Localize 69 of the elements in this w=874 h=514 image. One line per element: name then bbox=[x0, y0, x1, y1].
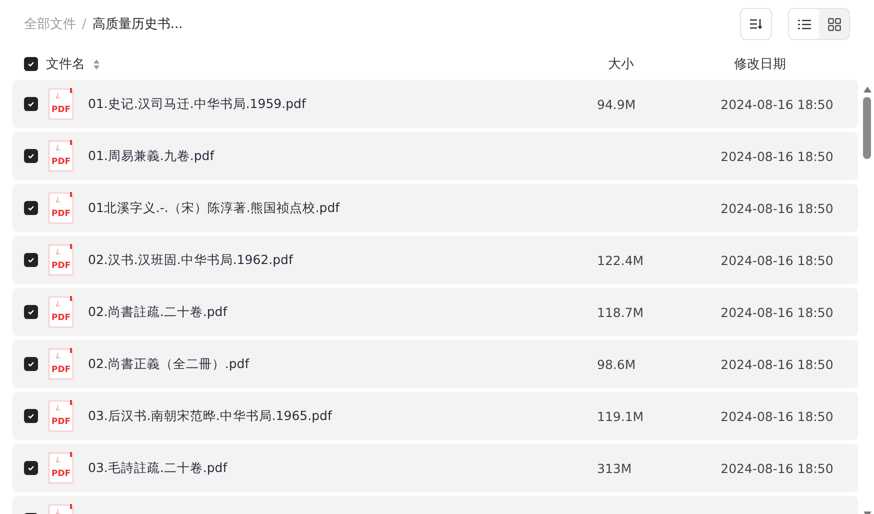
file-row[interactable]: PDF 02.尚書註疏.二十卷.pdf 118.7M 2024-08-16 18:50 bbox=[12, 288, 858, 336]
checkmark-icon bbox=[27, 100, 35, 108]
scroll-up-icon[interactable] bbox=[862, 86, 872, 93]
sort-icon bbox=[749, 18, 763, 30]
breadcrumb-item[interactable]: 高质量历史书... bbox=[92, 15, 183, 33]
file-size: 122.4M bbox=[597, 252, 644, 268]
file-name[interactable]: 01北溪字义.-.（宋）陈淳著.熊国祯点校.pdf bbox=[88, 200, 340, 216]
file-size: 98.6M bbox=[597, 356, 636, 372]
column-header[interactable]: 大小 bbox=[608, 57, 634, 72]
file-size: 119.1M bbox=[597, 408, 644, 424]
file-row[interactable]: PDF 02.汉书.汉班固.中华书局.1962.pdf 122.4M 2024-08-16 18:50 bbox=[12, 236, 858, 284]
column-header[interactable]: 文件名 bbox=[46, 55, 85, 73]
checkbox[interactable] bbox=[24, 305, 38, 319]
pdf-file-icon: PDF bbox=[48, 88, 74, 120]
modified-date: 2024-08-16 18:50 bbox=[720, 460, 834, 476]
file-name[interactable]: 03.后汉书.南朝宋范晔.中华书局.1965.pdf bbox=[88, 408, 332, 424]
file-row[interactable]: PDF 02.尚書正義（全二冊）.pdf 98.6M 2024-08-16 18:50 bbox=[12, 340, 858, 388]
file-row[interactable]: PDF 01.周易兼義.九卷.pdf 2024-08-16 18:50 bbox=[12, 132, 858, 180]
file-size: 313M bbox=[597, 460, 632, 476]
pdf-file-icon: PDF bbox=[48, 140, 74, 172]
checkmark-icon bbox=[27, 308, 35, 316]
file-row[interactable]: PDF 03.毛詩註疏.二十卷.pdf 313M 2024-08-16 18:50 bbox=[12, 444, 858, 492]
modified-date: 2024-08-16 18:50 bbox=[720, 304, 834, 320]
pdf-file-icon: PDF bbox=[48, 400, 74, 432]
file-name[interactable]: 01.周易兼義.九卷.pdf bbox=[88, 148, 214, 164]
pdf-file-icon: PDF bbox=[48, 244, 74, 276]
pdf-file-icon: PDF bbox=[48, 296, 74, 328]
file-row[interactable]: PDF 01.史记.汉司马迁.中华书局.1959.pdf 94.9M 2024-08-16 18:50 bbox=[12, 80, 858, 128]
checkmark-icon bbox=[27, 412, 35, 420]
file-name[interactable]: 02.尚書註疏.二十卷.pdf bbox=[88, 304, 228, 320]
checkbox[interactable] bbox=[24, 253, 38, 267]
column-header[interactable]: 修改日期 bbox=[734, 57, 786, 72]
modified-date: 2024-08-16 18:50 bbox=[720, 148, 834, 164]
checkbox[interactable] bbox=[24, 201, 38, 215]
scrollbar-thumb[interactable] bbox=[863, 97, 871, 159]
grid-icon bbox=[828, 18, 840, 30]
list-icon bbox=[798, 18, 810, 30]
checkmark-icon bbox=[27, 204, 35, 212]
file-name[interactable]: 02.汉书.汉班固.中华书局.1962.pdf bbox=[88, 252, 293, 268]
modified-date: 2024-08-16 18:50 bbox=[720, 200, 834, 216]
pdf-file-icon: PDF bbox=[48, 452, 74, 484]
modified-date: 2024-08-16 18:50 bbox=[720, 252, 834, 268]
modified-date: 2024-08-16 18:50 bbox=[720, 96, 834, 112]
checkbox[interactable] bbox=[24, 57, 38, 71]
checkbox[interactable] bbox=[24, 461, 38, 475]
checkmark-icon bbox=[27, 360, 35, 368]
breadcrumb-separator: / bbox=[82, 16, 86, 32]
file-name[interactable]: 01.史记.汉司马迁.中华书局.1959.pdf bbox=[88, 96, 306, 112]
list-view-button[interactable] bbox=[789, 9, 819, 39]
checkbox[interactable] bbox=[24, 409, 38, 423]
checkbox[interactable] bbox=[24, 149, 38, 163]
checkbox[interactable] bbox=[24, 357, 38, 371]
checkbox[interactable] bbox=[24, 97, 38, 111]
checkmark-icon bbox=[27, 464, 35, 472]
checkmark-icon bbox=[27, 152, 35, 160]
sort-button[interactable] bbox=[740, 8, 772, 40]
pdf-file-icon: PDF bbox=[48, 192, 74, 224]
modified-date: 2024-08-16 18:50 bbox=[720, 356, 834, 372]
checkmark-icon bbox=[27, 256, 35, 264]
sort-arrows-icon[interactable] bbox=[93, 58, 100, 70]
file-name[interactable]: 03.毛詩註疏.二十卷.pdf bbox=[88, 460, 228, 476]
pdf-file-icon: PDF bbox=[48, 348, 74, 380]
file-size: 94.9M bbox=[597, 96, 636, 112]
file-row[interactable]: PDF 03.后汉书.南朝宋范晔.中华书局.1965.pdf 119.1M 2024-08-16 18:50 bbox=[12, 392, 858, 440]
modified-date: 2024-08-16 18:50 bbox=[720, 408, 834, 424]
file-size: 118.7M bbox=[597, 304, 644, 320]
file-name[interactable]: 02.尚書正義（全二冊）.pdf bbox=[88, 356, 250, 372]
file-row[interactable]: PDF 01北溪字义.-.（宋）陈淳著.熊国祯点校.pdf 2024-08-16 18:50 bbox=[12, 184, 858, 232]
checkmark-icon bbox=[27, 60, 35, 68]
